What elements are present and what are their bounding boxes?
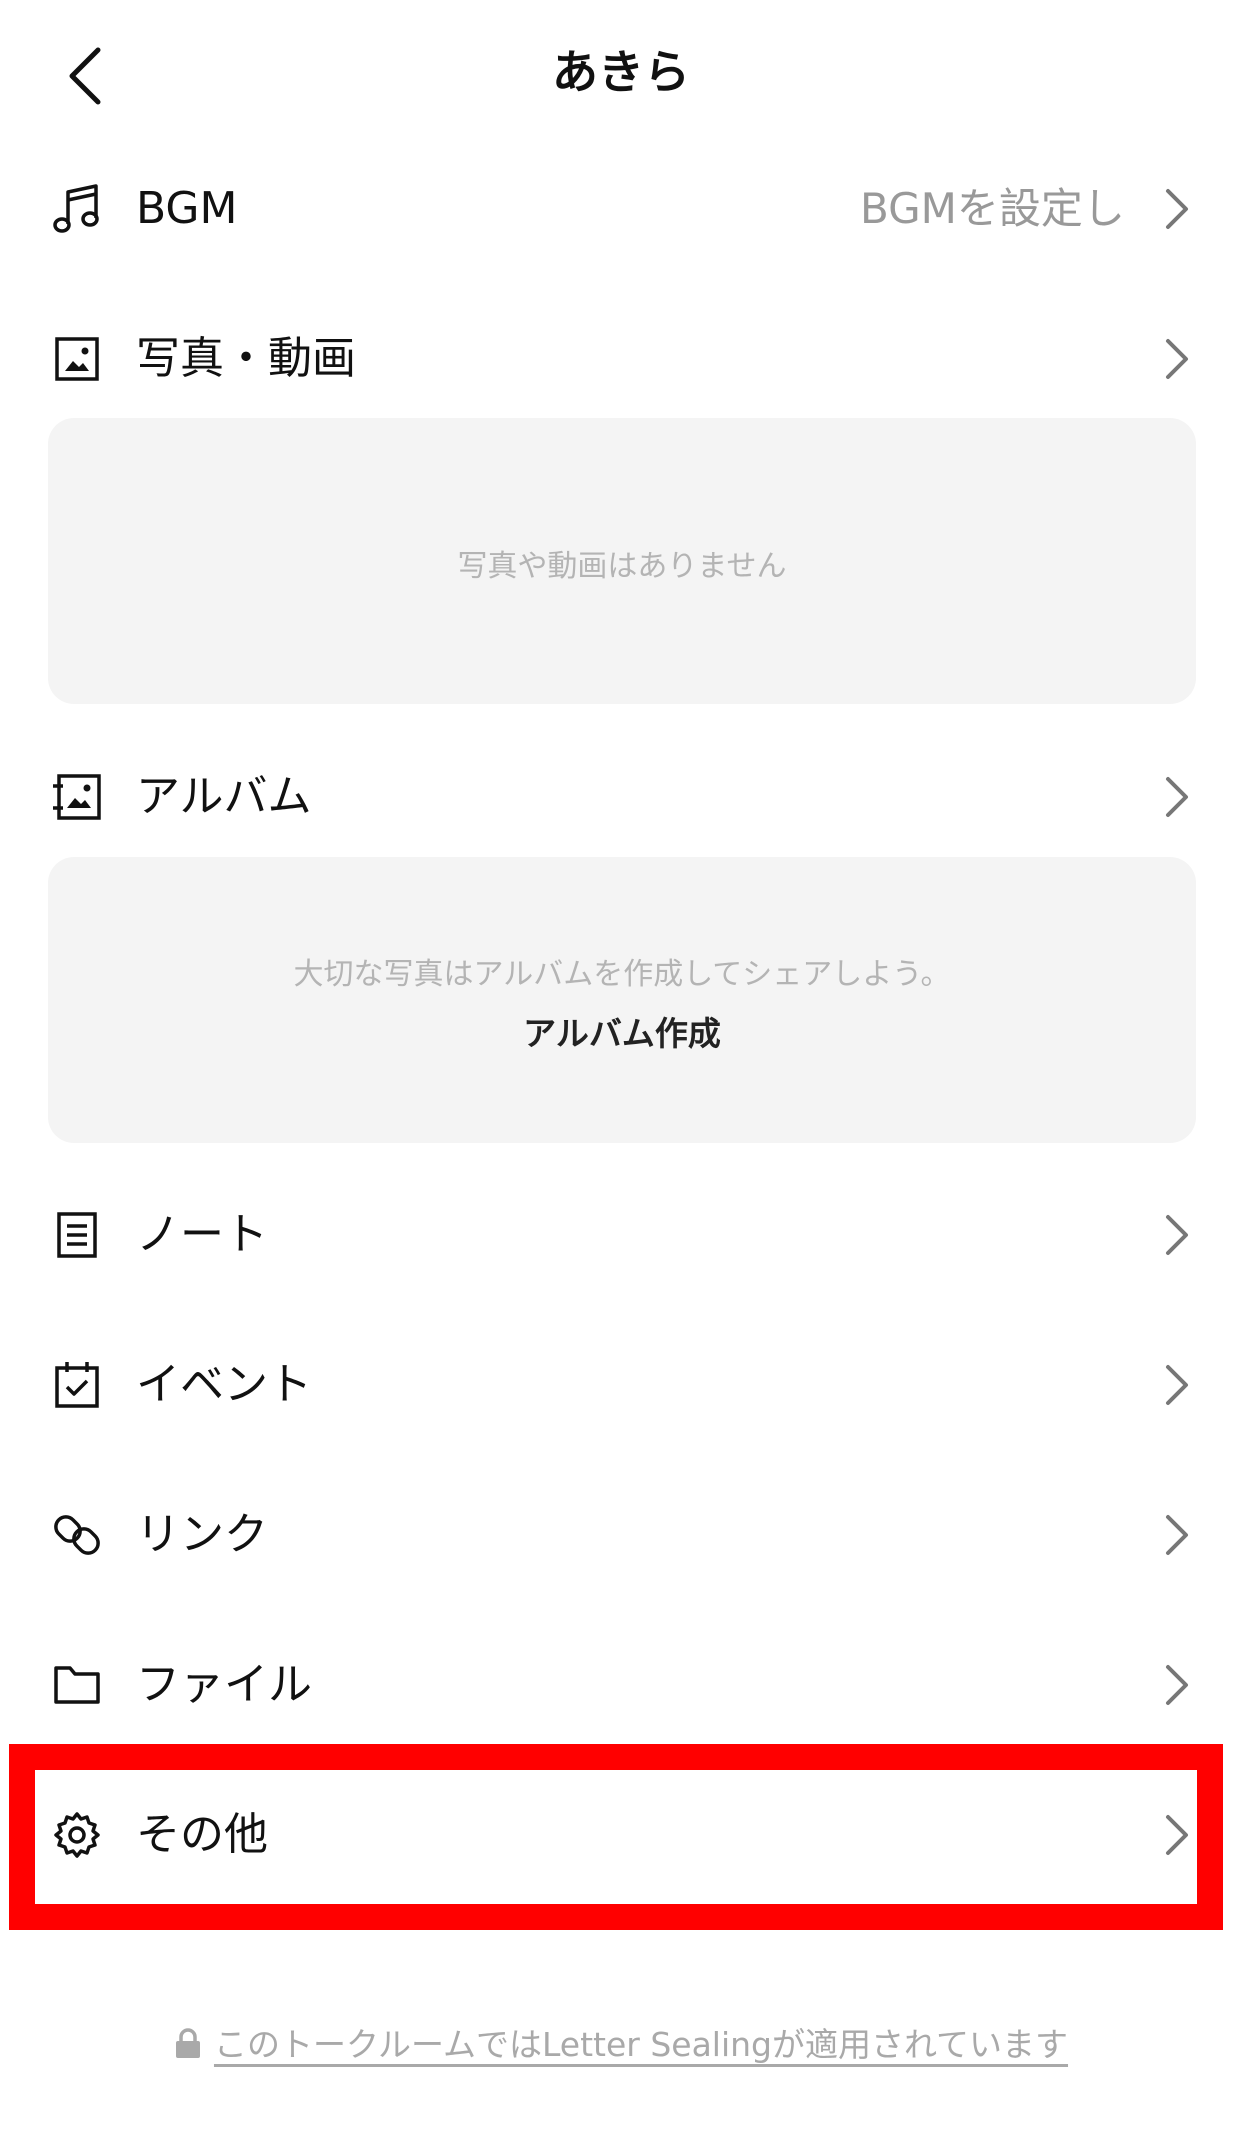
photo-icon [50,332,104,386]
folder-icon [50,1658,104,1712]
music-note-icon [50,182,104,236]
create-album-button[interactable]: アルバム作成 [48,1007,1196,1055]
chevron-right-icon [1166,339,1188,379]
menu-item-bgm[interactable]: BGM BGMを設定し [0,134,1242,284]
photos-empty-card: 写真や動画はありません [48,418,1196,704]
menu-item-photos[interactable]: 写真・動画 [0,284,1242,434]
footer: このトークルームではLetter Sealingが適用されています [0,2012,1242,2072]
chevron-right-icon [1166,1515,1188,1555]
menu-item-label: 写真・動画 [136,333,356,384]
menu-item-label: BGM [136,183,238,234]
menu-item-label: アルバム [136,771,312,822]
header: あきら [0,0,1242,150]
menu-item-label: ノート [136,1209,268,1260]
chevron-right-icon [1166,1665,1188,1705]
album-prompt-text: 大切な写真はアルバムを作成してシェアしよう。 [293,957,951,992]
menu-item-label: ファイル [136,1659,312,1710]
page-title: あきら [552,45,690,99]
album-icon [50,770,104,824]
menu-item-links[interactable]: リンク [0,1460,1242,1610]
lock-icon [175,2028,200,2058]
menu-item-notes[interactable]: ノート [0,1160,1242,1310]
chevron-right-icon [1166,1215,1188,1255]
menu-item-label: リンク [136,1509,268,1560]
menu-item-events[interactable]: イベント [0,1310,1242,1460]
menu-item-album[interactable]: アルバム [0,722,1242,872]
note-icon [50,1208,104,1262]
menu-item-files[interactable]: ファイル [0,1610,1242,1760]
chevron-right-icon [1166,1365,1188,1405]
calendar-check-icon [50,1358,104,1412]
letter-sealing-link[interactable]: このトークルームではLetter Sealingが適用されています [214,2018,1068,2066]
highlight-box [9,1744,1223,1930]
photos-empty-text: 写真や動画はありません [457,549,787,584]
menu-item-label: イベント [136,1359,312,1410]
album-empty-card: 大切な写真はアルバムを作成してシェアしよう。 アルバム作成 [48,857,1196,1143]
chevron-right-icon [1166,777,1188,817]
bgm-value: BGMを設定し [860,184,1125,233]
link-icon [50,1508,104,1562]
chevron-right-icon [1166,189,1188,229]
